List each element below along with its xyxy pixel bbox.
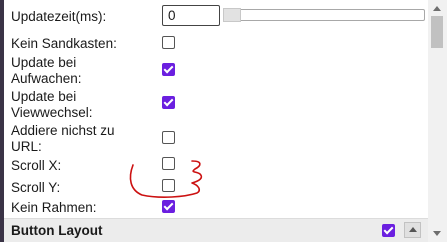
no-border-row: Kein Rahmen: bbox=[4, 198, 428, 218]
no-sandbox-label: Kein Sandkasten: bbox=[11, 36, 117, 51]
update-on-view-change-checkbox[interactable] bbox=[162, 96, 175, 109]
scroll-y-label: Scroll Y: bbox=[11, 180, 61, 195]
scroll-x-checkbox[interactable] bbox=[162, 157, 175, 170]
no-sandbox-row: Kein Sandkasten: bbox=[4, 34, 428, 54]
no-add-to-url-label-line2: URL: bbox=[11, 139, 42, 154]
update-on-wake-row: Update bei Aufwachen: bbox=[4, 54, 428, 88]
scroll-x-row: Scroll X: bbox=[4, 156, 428, 176]
update-interval-slider[interactable] bbox=[223, 9, 425, 21]
no-add-to-url-label-line1: Addiere nichst zu bbox=[11, 123, 115, 138]
update-on-wake-label-line2: Aufwachen: bbox=[11, 71, 82, 86]
update-interval-input[interactable]: 0 bbox=[162, 5, 220, 26]
scrollbar-thumb[interactable] bbox=[431, 16, 443, 48]
button-layout-section-header[interactable]: Button Layout bbox=[4, 218, 428, 242]
button-layout-title: Button Layout bbox=[11, 223, 103, 238]
update-on-wake-label-line1: Update bei bbox=[11, 55, 77, 70]
update-interval-row: Updatezeit(ms): 0 bbox=[4, 0, 428, 30]
scroll-down-arrow-icon[interactable] bbox=[428, 226, 447, 242]
vertical-scrollbar[interactable] bbox=[428, 0, 447, 242]
update-interval-label: Updatezeit(ms): bbox=[11, 9, 107, 24]
update-on-view-change-label-line1: Update bei bbox=[11, 89, 77, 104]
chevron-up-icon[interactable] bbox=[404, 222, 421, 238]
button-layout-checkbox[interactable] bbox=[382, 224, 395, 237]
update-on-view-change-row: Update bei Viewwechsel: bbox=[4, 88, 428, 122]
scroll-y-row: Scroll Y: bbox=[4, 178, 428, 198]
no-sandbox-checkbox[interactable] bbox=[162, 36, 175, 49]
update-on-wake-checkbox[interactable] bbox=[162, 63, 175, 76]
scroll-y-checkbox[interactable] bbox=[162, 179, 175, 192]
no-border-checkbox[interactable] bbox=[162, 200, 175, 213]
update-interval-slider-thumb[interactable] bbox=[223, 8, 241, 22]
scroll-x-label: Scroll X: bbox=[11, 158, 62, 173]
no-border-label: Kein Rahmen: bbox=[11, 200, 97, 215]
update-on-view-change-label-line2: Viewwechsel: bbox=[11, 105, 93, 120]
settings-panel: Updatezeit(ms): 0 Kein Sandkasten: Updat… bbox=[4, 0, 428, 242]
no-add-to-url-checkbox[interactable] bbox=[162, 131, 175, 144]
scroll-up-arrow-icon[interactable] bbox=[428, 0, 447, 16]
no-add-to-url-row: Addiere nichst zu URL: bbox=[4, 122, 428, 156]
